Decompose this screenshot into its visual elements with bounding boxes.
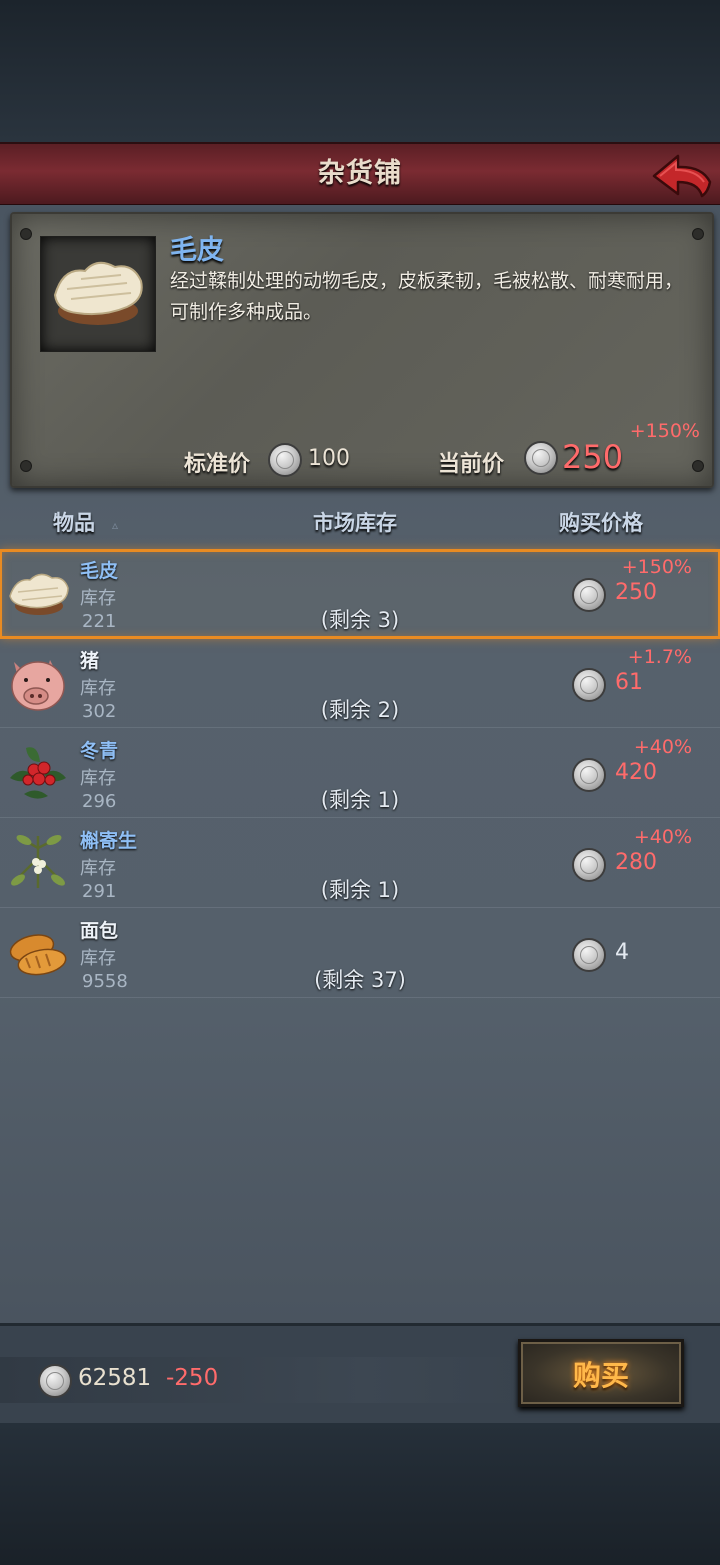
top-margin [0, 0, 720, 142]
detail-item-name: 毛皮 [170, 235, 224, 266]
column-header-item[interactable]: 物品 [53, 507, 95, 537]
market-remaining: (剩余 1) [320, 878, 400, 902]
title-bar: 杂货铺 [0, 142, 720, 207]
stock-label: 库存 [80, 858, 116, 879]
silver-coin-icon [524, 441, 558, 475]
back-arrow-icon[interactable] [650, 152, 712, 198]
market-remaining: (剩余 2) [320, 698, 400, 722]
row-divider [0, 817, 720, 818]
current-price-label: 当前价 [438, 452, 505, 477]
buy-button[interactable]: 购买 [518, 1339, 684, 1407]
item-name: 毛皮 [80, 560, 119, 582]
price-change: +40% [633, 826, 692, 848]
stock-label: 库存 [80, 948, 116, 969]
silver-coin-icon [572, 578, 606, 612]
silver-coin-icon [572, 848, 606, 882]
detail-description: 经过鞣制处理的动物毛皮，皮板柔韧，毛被松散、耐寒耐用，可制作多种成品。 [170, 270, 684, 323]
column-header-price[interactable]: 购买价格 [559, 507, 643, 537]
silver-coin-icon [38, 1364, 72, 1398]
player-money: 62581 [78, 1365, 152, 1391]
stock-label: 库存 [80, 678, 116, 699]
item-name: 冬青 [80, 740, 119, 762]
item-row-mistletoe[interactable]: 槲寄生 库存 291 (剩余 1) +40% 280 [0, 820, 720, 908]
money-delta: -250 [166, 1365, 219, 1391]
fur-icon [9, 573, 69, 615]
sort-ascending-icon: ▵ [112, 518, 119, 532]
market-remaining: (剩余 37) [314, 968, 406, 992]
silver-coin-icon [572, 668, 606, 702]
stock-value: 291 [82, 881, 117, 902]
rivet-icon [20, 460, 32, 472]
row-divider [0, 727, 720, 728]
bread-icon [9, 934, 67, 976]
stock-value: 296 [82, 791, 117, 812]
price-change: +150% [621, 556, 692, 578]
detail-icon-frame [40, 236, 156, 352]
silver-coin-icon [572, 758, 606, 792]
buy-price: 4 [615, 940, 629, 965]
fur-icon [53, 261, 143, 325]
holly-icon [10, 747, 66, 799]
standard-price: 100 [308, 446, 350, 471]
market-remaining: (剩余 1) [320, 788, 400, 812]
buy-price: 420 [615, 760, 657, 785]
market-remaining: (剩余 3) [320, 608, 400, 632]
current-price-change: +150% [629, 420, 700, 442]
rivet-icon [20, 228, 32, 240]
item-row-bread[interactable]: 面包 库存 9558 (剩余 37) 4 [0, 910, 720, 998]
buy-price: 61 [615, 670, 643, 695]
stock-value: 9558 [82, 971, 128, 992]
pig-icon [11, 660, 65, 711]
price-change: +40% [633, 736, 692, 758]
item-row-fur[interactable]: 毛皮 库存 221 (剩余 3) +150% 250 [0, 549, 720, 639]
silver-coin-icon [268, 443, 302, 477]
price-change: +1.7% [627, 646, 692, 668]
item-name: 猪 [80, 650, 100, 672]
page-title: 杂货铺 [318, 158, 402, 189]
buy-price: 250 [615, 580, 657, 605]
stock-label: 库存 [80, 588, 116, 609]
mistletoe-icon [11, 835, 65, 888]
item-name: 面包 [80, 920, 119, 942]
current-price: 250 [562, 438, 624, 476]
stock-value: 221 [82, 611, 117, 632]
stock-label: 库存 [80, 768, 116, 789]
item-detail-card: 毛皮 经过鞣制处理的动物毛皮，皮板柔韧，毛被松散、耐寒耐用，可制作多种成品。 标… [10, 212, 714, 488]
rivet-icon [692, 228, 704, 240]
standard-price-label: 标准价 [184, 452, 251, 477]
row-divider [0, 997, 720, 998]
bottom-margin [0, 1423, 720, 1565]
item-row-holly[interactable]: 冬青 库存 296 (剩余 1) +40% 420 [0, 730, 720, 818]
buy-price: 280 [615, 850, 657, 875]
column-header-stock[interactable]: 市场库存 [313, 507, 397, 537]
item-name: 槲寄生 [80, 830, 138, 852]
row-divider [0, 907, 720, 908]
stock-value: 302 [82, 701, 117, 722]
rivet-icon [692, 460, 704, 472]
silver-coin-icon [572, 938, 606, 972]
item-row-pig[interactable]: 猪 库存 302 (剩余 2) +1.7% 61 [0, 640, 720, 728]
